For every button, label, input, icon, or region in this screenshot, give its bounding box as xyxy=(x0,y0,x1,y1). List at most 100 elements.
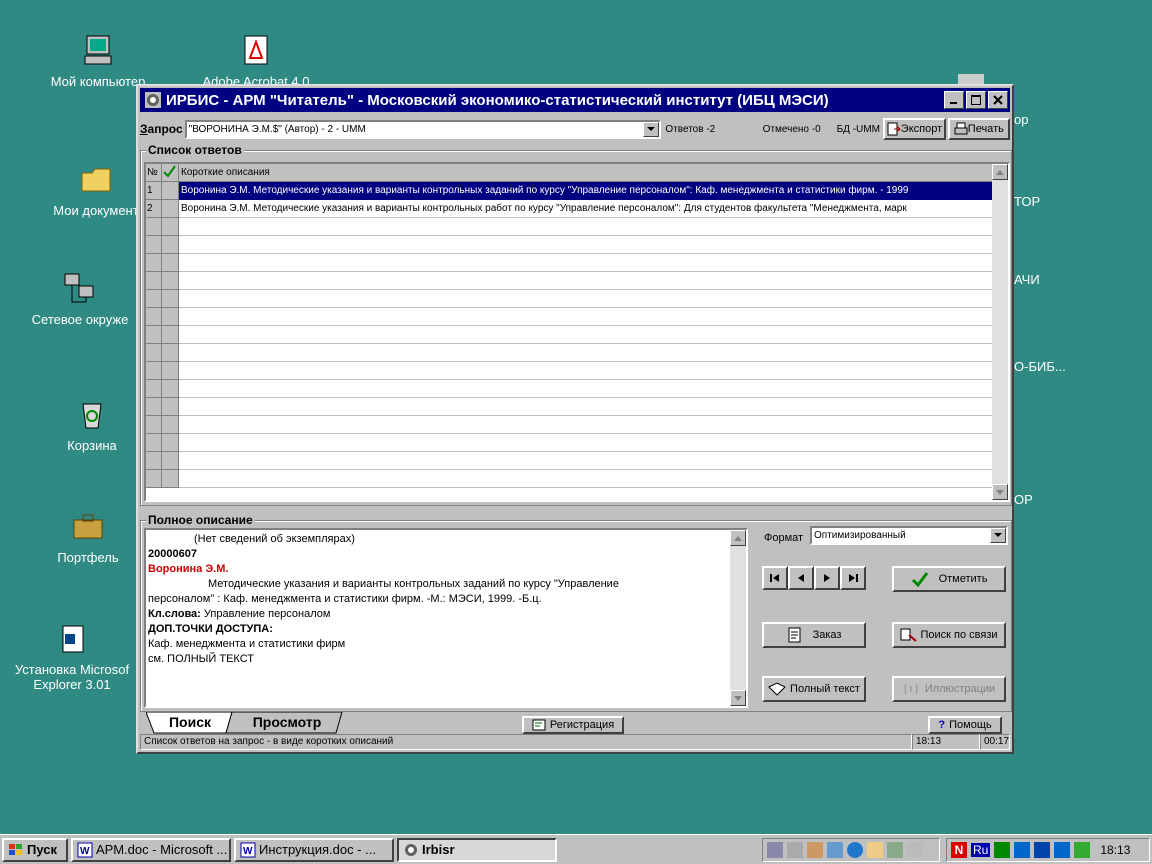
export-label: Экспорт xyxy=(900,123,943,135)
task-word-instr[interactable]: W Инструкция.doc - ... xyxy=(234,837,394,862)
ie-icon[interactable] xyxy=(847,842,863,858)
marked-count: Отмечено -0 xyxy=(762,123,821,135)
first-record-icon xyxy=(770,574,779,582)
row-short-desc xyxy=(179,254,994,272)
tray-app-icon[interactable] xyxy=(787,842,803,858)
row-number xyxy=(146,326,162,344)
query-combo[interactable]: "ВОРОНИНА Э.М.$" (Автор) - 2 - UMM xyxy=(184,119,662,139)
checkmark-icon xyxy=(163,165,176,178)
tray-icon[interactable] xyxy=(1074,842,1091,858)
tray-icon[interactable] xyxy=(1054,842,1071,858)
minimize-button[interactable] xyxy=(944,91,964,109)
arrow-up-icon xyxy=(996,169,1004,175)
row-short-desc[interactable]: Воронина Э.М. Методические указания и ва… xyxy=(179,182,994,200)
search-link-button[interactable]: Поиск по связи xyxy=(892,622,1006,648)
status-elapsed: 00:17 xyxy=(980,734,1010,750)
app-icon[interactable] xyxy=(144,91,162,109)
tray-icon[interactable] xyxy=(1034,842,1051,858)
column-header-desc[interactable]: Короткие описания xyxy=(179,164,994,182)
setup-icon xyxy=(55,622,89,656)
scroll-down-button[interactable] xyxy=(992,484,1008,500)
tray-app-icon[interactable] xyxy=(827,842,843,858)
nav-first-button[interactable] xyxy=(762,566,788,590)
desc-access-point: Каф. менеджмента и статистики фирм xyxy=(148,638,346,650)
full-desc-panel[interactable]: (Нет сведений об экземплярах) 20000607 В… xyxy=(144,528,748,708)
desc-scrollbar[interactable] xyxy=(730,530,746,706)
clock[interactable]: 18:13 xyxy=(1100,843,1130,857)
last-record-icon xyxy=(849,574,858,582)
format-dropdown-button[interactable] xyxy=(990,528,1006,543)
title-bar[interactable]: ИРБИС - АРМ "Читатель" - Московский экон… xyxy=(140,88,1010,112)
answer-row[interactable]: 1 Воронина Э.М. Методические указания и … xyxy=(146,182,994,200)
scroll-up-button[interactable] xyxy=(730,530,746,546)
row-short-desc xyxy=(179,416,994,434)
tab-search[interactable]: Поиск xyxy=(154,712,226,734)
row-short-desc[interactable]: Воронина Э.М. Методические указания и ва… xyxy=(179,200,994,218)
format-combo[interactable]: Оптимизированный xyxy=(810,526,1008,545)
folder-icon xyxy=(79,163,113,197)
row-short-desc xyxy=(179,380,994,398)
register-button[interactable]: Регистрация xyxy=(522,716,624,734)
norton-icon[interactable]: N xyxy=(951,842,967,858)
tray-icon[interactable] xyxy=(1014,842,1031,858)
tray-app-icon[interactable] xyxy=(767,842,783,858)
desktop-edge-label: ор xyxy=(1014,112,1029,127)
scroll-up-button[interactable] xyxy=(992,164,1008,180)
maximize-button[interactable] xyxy=(966,91,986,109)
format-label: Формат xyxy=(764,532,804,544)
query-dropdown-button[interactable] xyxy=(643,121,660,137)
desktop-icon-acrobat[interactable]: Adobe Acrobat 4.0 xyxy=(186,34,326,89)
task-word-arm[interactable]: W АРМ.doc - Microsoft ... xyxy=(71,837,231,862)
row-mark-cell xyxy=(162,398,179,416)
nav-prev-button[interactable] xyxy=(788,566,814,590)
print-button[interactable]: Печать xyxy=(947,118,1010,140)
export-button[interactable]: Экспорт xyxy=(883,118,946,140)
desktop-icon-network[interactable]: Сетевое окруже xyxy=(10,272,150,327)
mark-button[interactable]: Отметить xyxy=(892,566,1006,592)
empty-row xyxy=(146,344,994,362)
column-header-no[interactable]: № xyxy=(146,164,162,182)
desktop-icon-my-computer[interactable]: Мой компьютер xyxy=(28,34,168,89)
minimize-icon xyxy=(950,102,957,104)
illustration-icon xyxy=(904,683,918,695)
arrow-up-icon xyxy=(734,535,742,541)
desktop-icon-label: Explorer 3.01 xyxy=(33,677,111,692)
desktop-icon-ie-setup[interactable]: Установка Microsof Explorer 3.01 xyxy=(2,622,142,692)
row-mark-cell[interactable] xyxy=(162,200,179,218)
nav-next-button[interactable] xyxy=(814,566,840,590)
tab-browse[interactable]: Просмотр xyxy=(238,712,336,734)
chevron-down-icon xyxy=(994,533,1002,537)
system-tray: N Ru 18:13 xyxy=(946,838,1150,862)
row-mark-cell xyxy=(162,326,179,344)
answers-scrollbar[interactable] xyxy=(992,164,1008,500)
query-value: "ВОРОНИНА Э.М.$" (Автор) - 2 - UMM xyxy=(188,123,366,135)
keywords-label: Кл.слова: xyxy=(148,608,201,620)
fulltext-button[interactable]: Полный текст xyxy=(762,676,866,702)
answer-row[interactable]: 2 Воронина Э.М. Методические указания и … xyxy=(146,200,994,218)
network-icon xyxy=(63,272,97,306)
row-short-desc xyxy=(179,362,994,380)
row-number xyxy=(146,254,162,272)
scroll-down-button[interactable] xyxy=(730,690,746,706)
tray-app-icon[interactable] xyxy=(807,842,823,858)
start-label: Пуск xyxy=(27,842,57,857)
nav-last-button[interactable] xyxy=(840,566,866,590)
task-irbisr[interactable]: Irbisr xyxy=(397,837,557,862)
tray-app-icon[interactable] xyxy=(907,842,923,858)
close-icon xyxy=(993,95,1003,105)
help-button[interactable]: ? Помощь xyxy=(928,716,1002,734)
tray-app-icon[interactable] xyxy=(867,842,883,858)
row-mark-cell[interactable] xyxy=(162,182,179,200)
close-button[interactable] xyxy=(988,91,1008,109)
start-button[interactable]: Пуск xyxy=(2,837,68,862)
order-button[interactable]: Заказ xyxy=(762,622,866,648)
language-indicator[interactable]: Ru xyxy=(971,843,991,857)
status-time: 18:13 xyxy=(912,734,980,750)
row-number xyxy=(146,290,162,308)
column-header-check[interactable] xyxy=(162,164,179,182)
tray-icon[interactable] xyxy=(994,842,1011,858)
row-short-desc xyxy=(179,434,994,452)
tray-app-icon[interactable] xyxy=(887,842,903,858)
illustrations-button[interactable]: Иллюстрации xyxy=(892,676,1006,702)
empty-row xyxy=(146,398,994,416)
